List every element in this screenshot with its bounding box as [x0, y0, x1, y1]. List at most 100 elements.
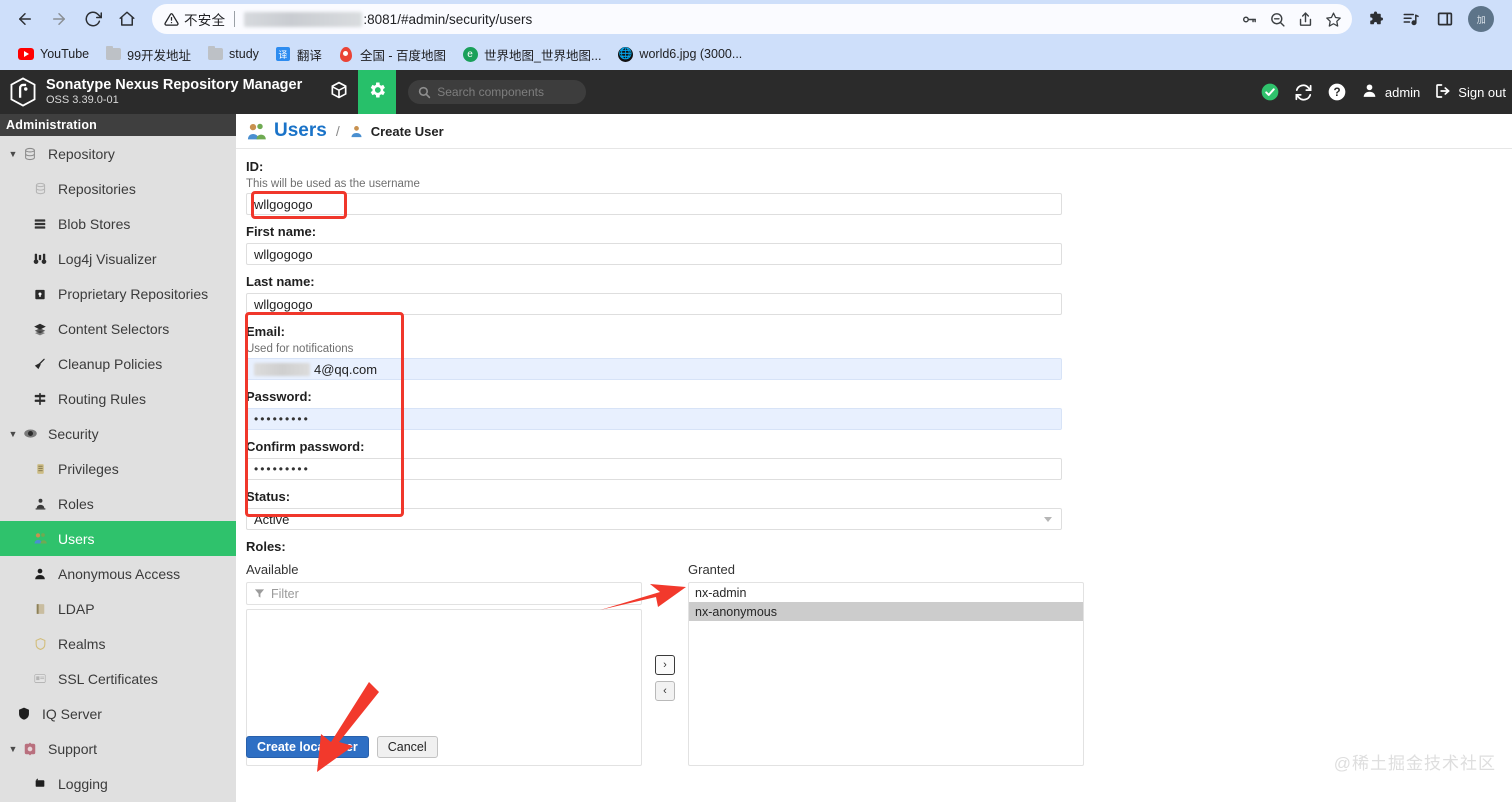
bookmark-world6-jpg[interactable]: 🌐 world6.jpg (3000... [609, 42, 750, 66]
sidebar-item-log4j-visualizer[interactable]: Log4j Visualizer [0, 241, 236, 276]
binoculars-icon [30, 252, 50, 266]
browser-chrome: 不安全 :8081/#admin/security/users 加 YouTub… [0, 0, 1512, 70]
id-input[interactable]: wllgogogo [246, 193, 1062, 215]
sidebar-item-anonymous-access[interactable]: Anonymous Access [0, 556, 236, 591]
bookmark-star-icon[interactable] [1320, 6, 1346, 32]
status-select[interactable]: Active [246, 508, 1062, 530]
reload-icon[interactable] [78, 4, 108, 34]
bookmark-youtube[interactable]: YouTube [10, 42, 97, 66]
home-icon[interactable] [112, 4, 142, 34]
email-input[interactable]: 4@qq.com [246, 358, 1062, 380]
bookmark-baidu-map[interactable]: 全国 - 百度地图 [330, 42, 454, 66]
granted-roles-list[interactable]: nx-admin nx-anonymous [688, 582, 1084, 766]
sidebar-group-label: Support [48, 740, 98, 757]
admin-mode-button[interactable] [358, 70, 397, 114]
current-user[interactable]: admin [1361, 82, 1420, 102]
bookmark-label: YouTube [40, 47, 90, 61]
sidebar-item-ldap[interactable]: LDAP [0, 591, 236, 626]
field-label: Status: [246, 489, 291, 504]
sidebar-item-routing-rules[interactable]: Routing Rules [0, 381, 236, 416]
help-icon[interactable]: ? [1327, 82, 1347, 102]
list-item[interactable]: nx-admin [689, 583, 1083, 602]
password-key-icon[interactable] [1236, 6, 1262, 32]
redacted-email-prefix [254, 362, 310, 376]
omnibox-divider [234, 11, 236, 27]
security-shield-icon [20, 426, 40, 441]
first-name-input[interactable]: wllgogogo [246, 243, 1062, 265]
browse-mode-button[interactable] [320, 70, 358, 114]
chevron-down-icon: ▼ [8, 743, 18, 754]
sign-out-button[interactable]: Sign out [1434, 82, 1506, 103]
create-user-form: ID: This will be used as the username wl… [236, 149, 1512, 766]
bookmark-label: 全国 - 百度地图 [359, 48, 447, 63]
sidebar-item-blob-stores[interactable]: Blob Stores [0, 206, 236, 241]
zoom-out-icon[interactable] [1264, 6, 1290, 32]
sidebar-group-repository[interactable]: ▼ Repository [0, 136, 236, 171]
field-label: Email: [246, 324, 286, 339]
extensions-icon[interactable] [1362, 4, 1392, 34]
sidebar-item-label: Log4j Visualizer [58, 250, 157, 267]
field-last-name: Last name: wllgogogo [246, 274, 1512, 315]
password-input[interactable]: ••••••••• [246, 408, 1062, 430]
list-item[interactable]: nx-anonymous [689, 602, 1083, 621]
gear-icon [367, 80, 387, 105]
user-label: admin [1384, 84, 1421, 100]
folder-icon [207, 45, 223, 62]
bookmark-99dev[interactable]: 99开发地址 [97, 42, 199, 66]
cancel-button[interactable]: Cancel [376, 736, 438, 758]
forward-arrow-icon[interactable] [44, 4, 74, 34]
sidebar-group-security[interactable]: ▼ Security [0, 416, 236, 451]
sidebar-item-proprietary-repositories[interactable]: Proprietary Repositories [0, 276, 236, 311]
user-icon [349, 124, 364, 139]
move-left-button[interactable]: ‹ [655, 681, 675, 701]
support-icon [20, 742, 40, 756]
app-header: Sonatype Nexus Repository Manager OSS 3.… [0, 70, 1512, 114]
breadcrumb-root[interactable]: Users [274, 120, 327, 142]
sidebar-group-support[interactable]: ▼ Support [0, 731, 236, 766]
address-bar[interactable]: 不安全 :8081/#admin/security/users [152, 4, 1352, 34]
confirm-password-input[interactable]: ••••••••• [246, 458, 1062, 480]
health-check-ok-icon[interactable] [1260, 82, 1280, 102]
available-header: Available [246, 562, 299, 577]
roles-icon [30, 497, 50, 511]
sidebar-item-roles[interactable]: Roles [0, 486, 236, 521]
sidebar-item-logging[interactable]: Logging [0, 766, 236, 801]
search-icon [418, 86, 431, 99]
sidebar-item-label: LDAP [58, 600, 95, 617]
layers-icon [30, 322, 50, 336]
chevron-down-icon: ▼ [8, 428, 18, 439]
sidebar-item-content-selectors[interactable]: Content Selectors [0, 311, 236, 346]
back-arrow-icon[interactable] [10, 4, 40, 34]
field-label: ID: [246, 159, 264, 174]
sidebar-item-iq-server[interactable]: IQ Server [0, 696, 236, 731]
last-name-input[interactable]: wllgogogo [246, 293, 1062, 315]
sidebar-item-label: IQ Server [42, 705, 102, 722]
roles-filter-input[interactable]: Filter [246, 582, 642, 605]
bookmark-world-map[interactable]: e 世界地图_世界地图... [454, 42, 609, 66]
share-icon[interactable] [1292, 6, 1318, 32]
sidebar-item-ssl-certificates[interactable]: SSL Certificates [0, 661, 236, 696]
sidebar-item-realms[interactable]: Realms [0, 626, 236, 661]
sidebar-item-repositories[interactable]: Repositories [0, 171, 236, 206]
sidebar-group-label: Security [48, 425, 99, 442]
filter-icon [254, 588, 265, 599]
app-title: Sonatype Nexus Repository Manager [46, 77, 303, 94]
lock-box-icon [30, 287, 50, 301]
sidebar-item-privileges[interactable]: Privileges [0, 451, 236, 486]
field-email: Email: Used for notifications 4@qq.com [246, 324, 1512, 380]
bookmark-study[interactable]: study [199, 42, 267, 66]
sidebar-item-label: Blob Stores [58, 215, 131, 232]
sidebar-item-cleanup-policies[interactable]: Cleanup Policies [0, 346, 236, 381]
reading-list-icon[interactable] [1396, 4, 1426, 34]
create-local-user-button[interactable]: Create local user [246, 736, 369, 758]
field-first-name: First name: wllgogogo [246, 224, 1512, 265]
refresh-icon[interactable] [1294, 83, 1313, 102]
profile-avatar[interactable]: 加 [1468, 6, 1494, 32]
bookmark-translate[interactable]: 译 翻译 [267, 42, 330, 66]
sidebar-item-users[interactable]: Users [0, 521, 236, 556]
move-right-button[interactable]: › [655, 655, 675, 675]
iq-shield-icon [14, 706, 34, 721]
search-components-input[interactable]: Search components [408, 80, 587, 104]
app-title-block: Sonatype Nexus Repository Manager OSS 3.… [46, 77, 302, 106]
side-panel-icon[interactable] [1430, 4, 1460, 34]
